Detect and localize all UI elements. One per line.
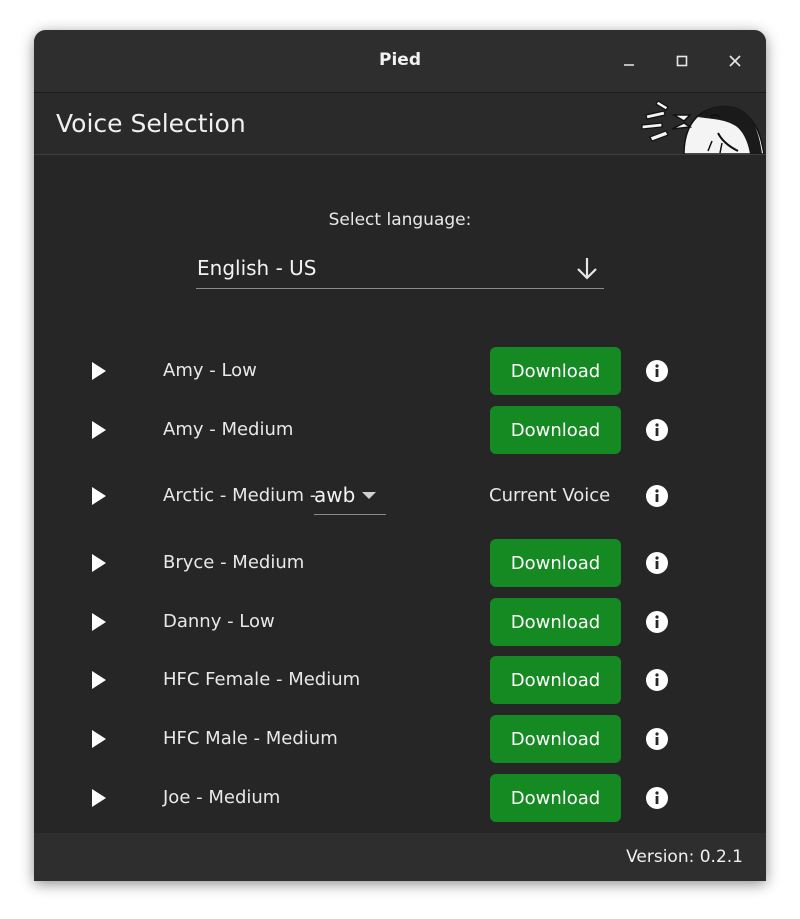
download-button[interactable]: Download xyxy=(490,539,621,587)
version-label: Version: 0.2.1 xyxy=(626,847,743,867)
voice-name: Joe - Medium xyxy=(163,787,281,808)
info-icon[interactable] xyxy=(645,786,669,810)
info-icon[interactable] xyxy=(645,610,669,634)
play-button[interactable] xyxy=(90,486,108,506)
maximize-icon xyxy=(676,55,688,67)
penguin-mascot-icon xyxy=(641,100,765,154)
title-bar[interactable]: Pied xyxy=(34,30,766,93)
voice-name: Amy - Medium xyxy=(163,419,294,440)
play-icon xyxy=(92,362,106,380)
play-button[interactable] xyxy=(90,361,108,381)
voice-name: HFC Female - Medium xyxy=(163,669,361,690)
play-button[interactable] xyxy=(90,729,108,749)
play-icon xyxy=(92,554,106,572)
play-button[interactable] xyxy=(90,670,108,690)
arrow-down-icon xyxy=(577,258,597,280)
voice-row: Amy - Medium Download xyxy=(34,406,766,454)
play-icon xyxy=(92,487,106,505)
download-button[interactable]: Download xyxy=(490,598,621,646)
voice-row: Joe - Medium Download xyxy=(34,774,766,822)
language-dropdown[interactable]: English - US xyxy=(196,251,604,289)
voice-row: Bryce - Medium Download xyxy=(34,539,766,587)
play-icon xyxy=(92,671,106,689)
download-button[interactable]: Download xyxy=(490,715,621,763)
voice-name: Danny - Low xyxy=(163,611,275,632)
play-icon xyxy=(92,421,106,439)
voice-row: HFC Male - Medium Download xyxy=(34,715,766,763)
voice-row: Amy - Low Download xyxy=(34,347,766,395)
minimize-button[interactable] xyxy=(615,47,643,75)
voice-row: HFC Female - Medium Download xyxy=(34,656,766,704)
speaker-selected-value: awb xyxy=(314,483,356,507)
play-button[interactable] xyxy=(90,420,108,440)
page-title: Voice Selection xyxy=(56,109,246,138)
play-button[interactable] xyxy=(90,612,108,632)
language-selected-value: English - US xyxy=(197,256,317,280)
footer: Version: 0.2.1 xyxy=(34,833,766,881)
info-icon[interactable] xyxy=(645,551,669,575)
download-button[interactable]: Download xyxy=(490,656,621,704)
voice-name: Bryce - Medium xyxy=(163,552,305,573)
voice-name: Amy - Low xyxy=(163,360,257,381)
maximize-button[interactable] xyxy=(668,47,696,75)
app-window: Pied Voice Selection Select language: En… xyxy=(34,30,766,881)
info-icon[interactable] xyxy=(645,668,669,692)
play-icon xyxy=(92,789,106,807)
caret-down-icon xyxy=(362,492,376,499)
play-button[interactable] xyxy=(90,553,108,573)
play-icon xyxy=(92,613,106,631)
minimize-icon xyxy=(624,64,634,66)
voice-row: Danny - Low Download xyxy=(34,598,766,646)
speaker-dropdown[interactable]: awb xyxy=(314,474,386,515)
play-icon xyxy=(92,730,106,748)
language-label: Select language: xyxy=(328,210,472,230)
window-title: Pied xyxy=(379,50,421,70)
voice-name: Arctic - Medium - xyxy=(163,485,317,506)
info-icon[interactable] xyxy=(645,359,669,383)
close-button[interactable] xyxy=(721,47,749,75)
play-button[interactable] xyxy=(90,788,108,808)
download-button[interactable]: Download xyxy=(490,406,621,454)
voice-name: HFC Male - Medium xyxy=(163,728,338,749)
download-button[interactable]: Download xyxy=(490,774,621,822)
download-button[interactable]: Download xyxy=(490,347,621,395)
info-icon[interactable] xyxy=(645,418,669,442)
page-header: Voice Selection xyxy=(34,93,766,155)
close-icon xyxy=(729,55,741,67)
info-icon[interactable] xyxy=(645,727,669,751)
info-icon[interactable] xyxy=(645,484,669,508)
current-voice-label: Current Voice xyxy=(489,485,611,506)
voice-row-current: Arctic - Medium - awb Current Voice xyxy=(34,472,766,520)
